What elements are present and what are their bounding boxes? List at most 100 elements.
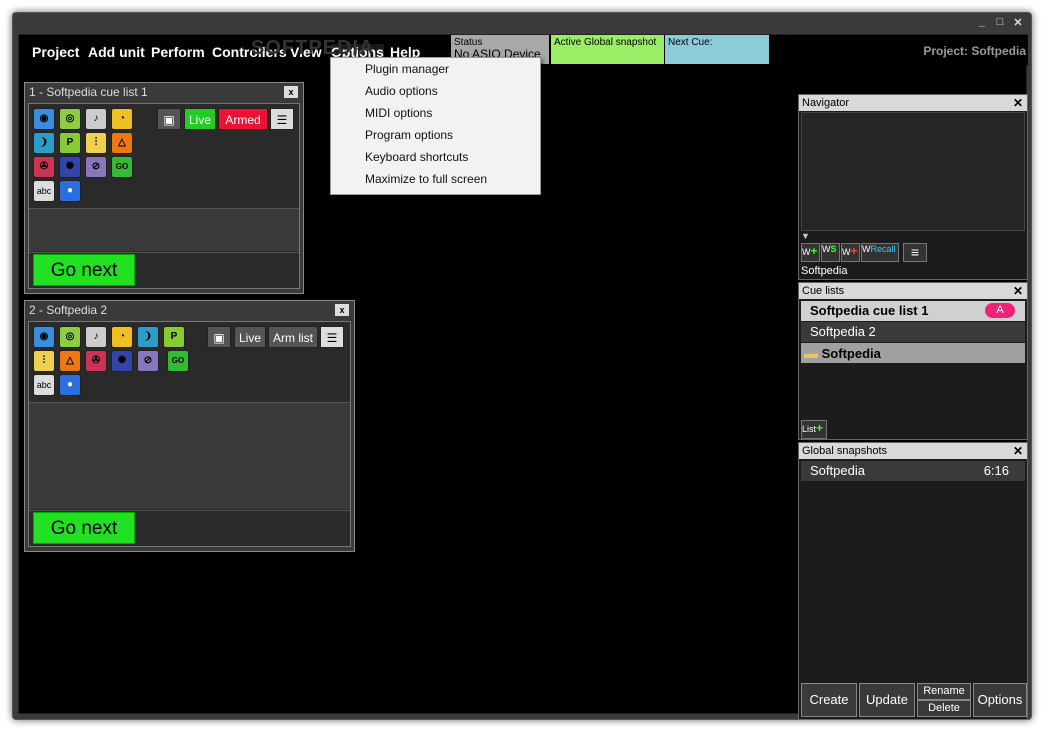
cue-area[interactable] — [29, 403, 350, 509]
folder-icon: ▬ — [804, 345, 818, 361]
navigator-delete-button[interactable]: W+ — [841, 243, 860, 262]
add-list-button[interactable]: List+ — [801, 420, 827, 439]
clock-icon[interactable]: ◔ — [111, 108, 133, 130]
close-icon[interactable]: ✕ — [1009, 16, 1027, 29]
options-button[interactable]: Options — [973, 683, 1027, 717]
list-label: List — [802, 424, 817, 434]
p-icon[interactable]: P — [163, 326, 185, 348]
midi-icon[interactable]: ♪ — [85, 326, 107, 348]
go-icon[interactable]: GO — [167, 350, 189, 372]
close-icon[interactable]: ✕ — [1013, 95, 1023, 111]
fullscreen-icon[interactable]: ▣ — [157, 108, 181, 130]
text-icon[interactable]: abc — [33, 374, 55, 396]
armed-button[interactable]: Armed — [218, 108, 268, 130]
snapshot-icon[interactable]: ◎ — [59, 326, 81, 348]
nav-btn-w: W — [802, 247, 811, 257]
close-icon[interactable]: x — [335, 304, 349, 316]
nav-btn-w: W — [842, 247, 851, 257]
plus-icon: + — [810, 244, 818, 258]
cue-list-folder-row[interactable]: ▬ Softpedia — [801, 343, 1025, 363]
menu-item-audio-options[interactable]: Audio options — [331, 80, 540, 102]
record-icon[interactable]: ● — [59, 180, 81, 202]
menu-item-keyboard-shortcuts[interactable]: Keyboard shortcuts — [331, 146, 540, 168]
update-button[interactable]: Update — [859, 683, 915, 717]
snapshot-key: 6:16 — [983, 463, 1009, 478]
chevron-down-icon[interactable]: ▼ — [801, 231, 810, 241]
project-name: Project: Softpedia — [923, 44, 1026, 58]
active-badge: A — [985, 303, 1015, 318]
ear-icon[interactable]: ❩ — [137, 326, 159, 348]
maximize-icon[interactable]: □ — [991, 16, 1009, 28]
menu-perform[interactable]: Perform — [151, 44, 205, 60]
notes-icon[interactable]: ☰ — [270, 108, 294, 130]
record-icon[interactable]: ● — [59, 374, 81, 396]
snapshot-icon[interactable]: ◎ — [59, 108, 81, 130]
create-button[interactable]: Create — [801, 683, 857, 717]
delete-button[interactable]: Delete — [917, 700, 971, 717]
cue-list-1-title: 1 - Softpedia cue list 1 — [29, 85, 148, 99]
navigator-header: Navigator ✕ — [799, 95, 1027, 111]
navigator-recall-button[interactable]: WRecall — [861, 243, 899, 262]
menu-item-program-options[interactable]: Program options — [331, 124, 540, 146]
reel-icon[interactable]: ✇ — [85, 350, 107, 372]
cue-list-1-body: ◉ ◎ ♪ ◔ ❩ P ⫶ △ ✇ ✺ ⊘ GO abc ● ▣ Live Ar… — [28, 103, 300, 289]
mute-icon[interactable]: ⊘ — [85, 156, 107, 178]
live-button[interactable]: Live — [234, 326, 266, 348]
menu-item-plugin-manager[interactable]: Plugin manager — [331, 58, 540, 80]
close-icon[interactable]: ✕ — [1013, 443, 1023, 459]
nav-btn-w: W — [822, 244, 831, 254]
go-next-button[interactable]: Go next — [33, 512, 135, 544]
cue-lists-title: Cue lists — [802, 285, 845, 297]
snapshot-name: Softpedia — [810, 463, 865, 478]
dmx-icon[interactable]: ✺ — [59, 156, 81, 178]
snapshot-label: Active Global snapshot — [554, 37, 657, 48]
rename-button[interactable]: Rename — [917, 683, 971, 700]
go-icon[interactable]: GO — [111, 156, 133, 178]
mute-icon[interactable]: ⊘ — [137, 350, 159, 372]
p-icon[interactable]: P — [59, 132, 81, 154]
text-icon[interactable]: abc — [33, 180, 55, 202]
midi-icon[interactable]: ♪ — [85, 108, 107, 130]
cue-list-name: Softpedia — [821, 346, 881, 361]
go-next-button[interactable]: Go next — [33, 254, 135, 286]
fullscreen-icon[interactable]: ▣ — [207, 326, 231, 348]
metronome-icon[interactable]: △ — [111, 132, 133, 154]
cue-list-row[interactable]: Softpedia cue list 1 A — [801, 301, 1025, 321]
snapshot-row[interactable]: Softpedia 6:16 — [801, 461, 1025, 481]
cue-list-2-body: ◉ ◎ ♪ ◔ ❩ P ⫶ △ ✇ ✺ ⊘ GO abc ● ▣ Live Ar… — [28, 321, 351, 547]
navigator-save-button[interactable]: WS — [821, 243, 840, 262]
close-icon[interactable]: ✕ — [1013, 283, 1023, 299]
camera-icon[interactable]: ◉ — [33, 108, 55, 130]
cue-area[interactable] — [29, 209, 299, 251]
menu-item-maximize-full-screen[interactable]: Maximize to full screen — [331, 168, 540, 190]
navigator-panel: Navigator ✕ ▼ W+ WS W+ WRecall ≡ Softped… — [798, 94, 1028, 280]
notes-icon[interactable]: ☰ — [320, 326, 344, 348]
minimize-icon[interactable]: _ — [973, 16, 991, 28]
global-snapshots-header: Global snapshots ✕ — [799, 443, 1027, 459]
arm-list-button[interactable]: Arm list — [268, 326, 318, 348]
menu-icon[interactable]: ≡ — [903, 243, 927, 262]
recall-label: Recall — [870, 244, 896, 254]
ear-icon[interactable]: ❩ — [33, 132, 55, 154]
save-icon: S — [830, 244, 837, 254]
dmx-icon[interactable]: ✺ — [111, 350, 133, 372]
menu-item-midi-options[interactable]: MIDI options — [331, 102, 540, 124]
navigator-add-button[interactable]: W+ — [801, 243, 820, 262]
navigator-view[interactable] — [801, 112, 1025, 231]
close-icon[interactable]: x — [284, 86, 298, 98]
clock-icon[interactable]: ◔ — [111, 326, 133, 348]
navigator-label: Softpedia — [801, 265, 848, 277]
faders-icon[interactable]: ⫶ — [85, 132, 107, 154]
menu-project[interactable]: Project — [32, 44, 79, 60]
cue-list-row[interactable]: Softpedia 2 — [801, 322, 1025, 342]
faders-icon[interactable]: ⫶ — [33, 350, 55, 372]
reel-icon[interactable]: ✇ — [33, 156, 55, 178]
navigator-title: Navigator — [802, 97, 850, 109]
menu-add-unit[interactable]: Add unit — [88, 44, 145, 60]
global-snapshots-panel: Global snapshots ✕ Softpedia 6:16 Create… — [798, 442, 1028, 720]
camera-icon[interactable]: ◉ — [33, 326, 55, 348]
metronome-icon[interactable]: △ — [59, 350, 81, 372]
live-button[interactable]: Live — [184, 108, 216, 130]
cue-list-2-title: 2 - Softpedia 2 — [29, 303, 108, 317]
active-snapshot-box: Active Global snapshot — [551, 35, 664, 64]
